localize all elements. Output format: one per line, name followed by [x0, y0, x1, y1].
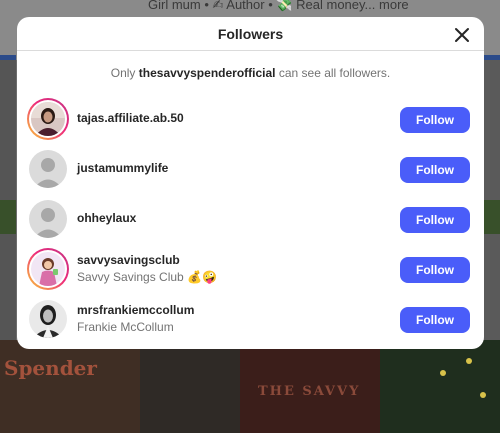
background-post-text: Spender [4, 356, 97, 380]
avatar[interactable] [27, 98, 69, 140]
notice-prefix: Only [110, 66, 139, 80]
avatar[interactable] [27, 298, 69, 340]
follower-row[interactable]: tajas.affiliate.ab.50 Follow [17, 94, 484, 144]
follower-row[interactable]: savvysavingsclub Savvy Savings Club 💰🤪 F… [17, 244, 484, 294]
avatar[interactable] [27, 248, 69, 290]
follower-full-name: Frankie McCollum [77, 320, 174, 334]
follow-button[interactable]: Follow [400, 207, 470, 233]
background-bio-text: Girl mum • ✍ Author • 💸 Real money... mo… [148, 0, 409, 12]
background-decoration [440, 370, 446, 376]
follower-row[interactable]: ohheylaux Follow [17, 194, 484, 244]
background-post-tile [380, 340, 500, 433]
follow-button[interactable]: Follow [400, 307, 470, 333]
follow-button[interactable]: Follow [400, 157, 470, 183]
follower-username[interactable]: justamummylife [77, 161, 168, 175]
photo-avatar [31, 102, 65, 136]
follower-username[interactable]: ohheylaux [77, 211, 136, 225]
follow-button[interactable]: Follow [400, 107, 470, 133]
background-post-text: THE SAVVY [258, 384, 361, 399]
background-post-grid: Spender THE SAVVY [0, 340, 500, 433]
privacy-notice: Only thesavvyspenderofficial can see all… [17, 66, 484, 80]
follower-row[interactable]: mrsfrankiemccollum Frankie McCollum Foll… [17, 294, 484, 344]
photo-avatar [29, 300, 67, 338]
followers-list: tajas.affiliate.ab.50 Follow justamummyl… [17, 94, 484, 344]
avatar[interactable] [27, 198, 69, 240]
follow-button[interactable]: Follow [400, 257, 470, 283]
default-avatar-icon [29, 150, 67, 188]
background-post-tile: THE SAVVY [240, 340, 380, 433]
background-decoration [466, 358, 472, 364]
cartoon-avatar [31, 252, 65, 286]
close-icon [455, 28, 469, 42]
close-button[interactable] [451, 24, 473, 46]
dialog-header: Followers [17, 17, 484, 51]
notice-suffix: can see all followers. [275, 66, 391, 80]
follower-full-name: Savvy Savings Club 💰🤪 [77, 270, 217, 284]
default-avatar-icon [29, 200, 67, 238]
background-post-tile [140, 340, 240, 433]
follower-username[interactable]: mrsfrankiemccollum [77, 303, 194, 317]
background-post-tile: Spender [0, 340, 140, 433]
dialog-title: Followers [217, 26, 284, 42]
background-highlight-right [484, 200, 500, 234]
avatar[interactable] [27, 148, 69, 190]
notice-account: thesavvyspenderofficial [138, 66, 276, 80]
follower-row[interactable]: justamummylife Follow [17, 144, 484, 194]
follower-username[interactable]: tajas.affiliate.ab.50 [77, 111, 184, 125]
background-highlight-left [0, 200, 16, 234]
follower-username[interactable]: savvysavingsclub [77, 253, 180, 267]
background-decoration [480, 392, 486, 398]
followers-dialog: Followers Only thesavvyspenderofficial c… [17, 17, 484, 349]
